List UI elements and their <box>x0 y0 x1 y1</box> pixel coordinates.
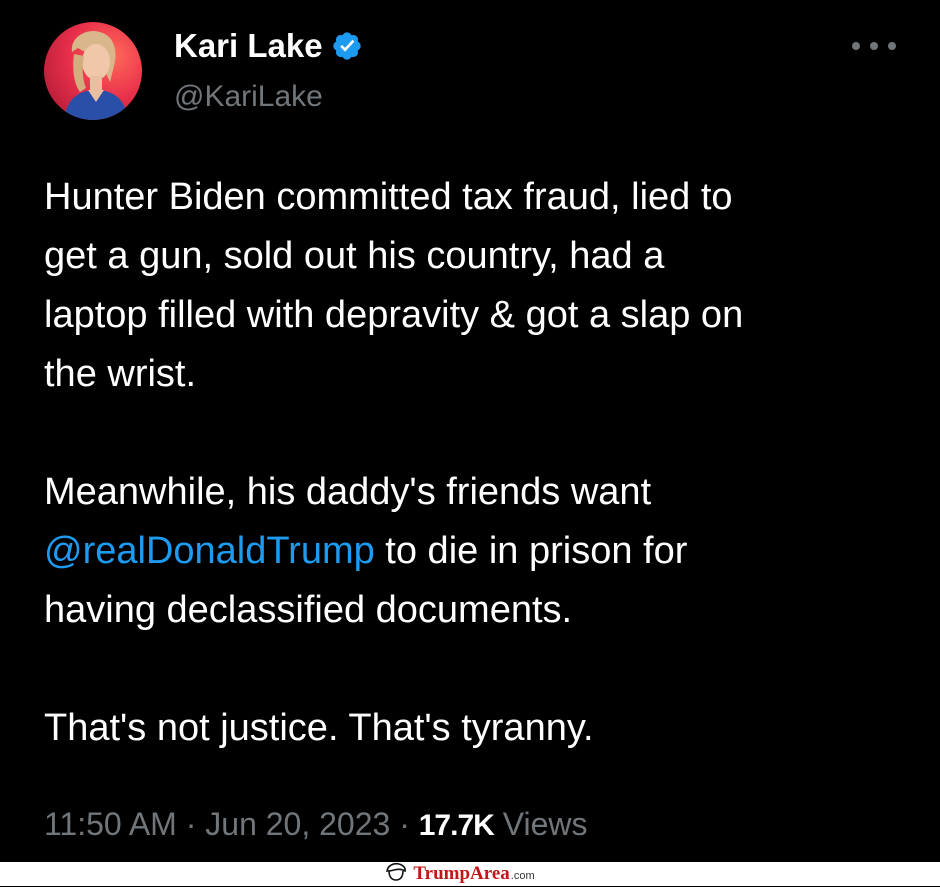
views-count[interactable]: 17.7K <box>419 809 495 842</box>
meta-separator: · <box>399 806 410 842</box>
tweet-text-segment: Meanwhile, his daddy's friends want <box>44 471 652 513</box>
more-horizontal-icon[interactable] <box>852 34 896 58</box>
tweet-text: Hunter Biden committed tax fraud, lied t… <box>44 168 924 758</box>
tweet-paragraph-2: Meanwhile, his daddy's friends want @rea… <box>44 463 924 640</box>
avatar-image <box>44 22 142 120</box>
watermark-inner: TrumpArea .com <box>385 862 535 887</box>
author-handle[interactable]: @KariLake <box>174 80 323 114</box>
more-dot <box>852 42 860 50</box>
trump-hair-icon <box>385 862 407 887</box>
avatar[interactable] <box>44 22 142 120</box>
tweet-paragraph-1: Hunter Biden committed tax fraud, lied t… <box>44 176 744 395</box>
verified-badge-icon <box>331 30 363 62</box>
tweet-time[interactable]: 11:50 AM <box>44 806 177 842</box>
watermark-brand: TrumpArea <box>413 863 510 884</box>
mention-link[interactable]: @realDonaldTrump <box>44 530 375 572</box>
meta-separator: · <box>185 806 197 842</box>
author-name-row: Kari Lake <box>174 26 363 66</box>
tweet-card: Kari Lake @KariLake Hunter Biden committ… <box>0 0 940 862</box>
tweet-meta: 11:50 AM · Jun 20, 2023 · 17.7K Views <box>44 806 587 843</box>
tweet-date[interactable]: Jun 20, 2023 <box>205 806 390 842</box>
more-dot <box>888 42 896 50</box>
watermark-suffix: .com <box>510 870 535 882</box>
author-display-name[interactable]: Kari Lake <box>174 27 323 65</box>
more-dot <box>870 42 878 50</box>
watermark: TrumpArea .com <box>0 862 940 886</box>
views-label: Views <box>502 806 588 842</box>
tweet-paragraph-3: That's not justice. That's tyranny. <box>44 707 594 749</box>
